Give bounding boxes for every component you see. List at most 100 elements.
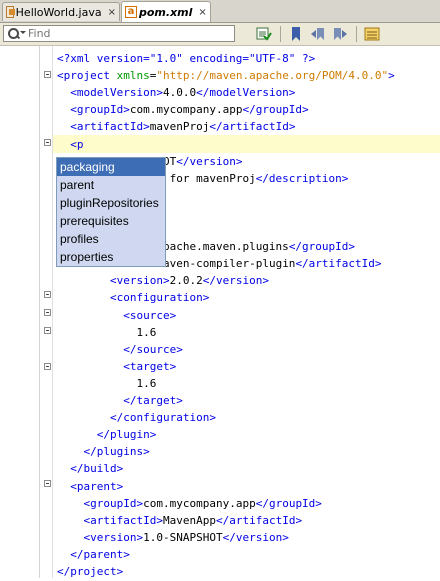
code-line[interactable]: </parent> [57,546,130,564]
code-line[interactable]: </project> [57,563,123,581]
code-line[interactable]: <source> [57,307,176,325]
fold-icon[interactable] [44,71,51,78]
code-token: </artifactId> [209,120,296,134]
code-line[interactable]: </plugin> [57,426,157,444]
close-icon[interactable]: × [198,7,206,18]
search-input[interactable] [26,26,228,41]
code-line[interactable]: 1.6 [57,375,156,393]
completion-item-properties[interactable]: properties [57,248,165,266]
code-line[interactable]: <modelVersion>4.0.0</modelVersion> [57,84,295,102]
code-token: </parent> [70,547,130,561]
bookmark-icon[interactable] [288,26,304,42]
tab-helloworld-java[interactable]: HelloWorld.java × [2,2,120,21]
code-token: </version> [176,154,243,168]
close-icon[interactable]: × [108,7,116,18]
code-line[interactable]: <target> [57,358,176,376]
java-file-icon [6,6,15,18]
code-line[interactable]: <artifactId>mavenProj</artifactId> [57,118,295,136]
code-token: </source> [123,342,183,356]
fold-icon[interactable] [44,291,51,298]
code-token: <groupId> [83,496,144,510]
code-line[interactable]: </plugins> [57,443,150,461]
completion-item-profiles[interactable]: profiles [57,230,165,248]
xml-file-icon: a [125,6,137,18]
code-line[interactable]: </configuration> [57,409,216,427]
completion-item-pluginrepositories[interactable]: pluginRepositories [57,194,165,212]
code-line[interactable]: <configuration> [57,289,209,307]
code-line[interactable]: <groupId>com.mycompany.app</groupId> [57,101,309,119]
code-line[interactable]: <artifactId>MavenApp</artifactId> [57,512,303,530]
code-line[interactable]: </build> [57,460,123,478]
code-line[interactable]: <version>1.0-SNAPSHOT</version> [57,529,289,547]
code-token: <?xml version="1.0" encoding="UTF-8" ?> [57,52,316,65]
code-token: <target> [123,359,177,373]
editor-toolbar [0,23,440,46]
code-token: </version> [222,530,289,544]
code-token: mavenProj [149,120,210,134]
code-line[interactable]: <project xmlns="http://maven.apache.org/… [57,67,395,85]
code-line[interactable]: <p [57,136,84,154]
current-line-highlight [53,135,440,153]
previous-bookmark-icon[interactable] [310,26,326,42]
code-token: </groupId> [288,240,356,254]
tab-label: HelloWorld.java [15,5,102,19]
code-token: </version> [202,274,269,288]
code-token: </description> [255,171,349,185]
search-icon[interactable] [4,26,26,41]
fold-icon[interactable] [44,480,51,487]
code-token: <modelVersion> [70,86,163,100]
code-line[interactable]: <groupId>com.mycompany.app</groupId> [57,495,322,513]
code-token: <groupId> [70,103,130,117]
completion-item-parent[interactable]: parent [57,176,165,194]
code-token: <p [70,137,84,151]
completion-item-packaging[interactable]: packaging [57,158,165,176]
fold-icon[interactable] [44,363,51,370]
search-box[interactable] [3,25,235,42]
code-token: </configuration> [109,411,216,425]
code-editor[interactable]: <?xml version="1.0" encoding="UTF-8" ?> <… [0,46,440,578]
code-token: </modelVersion> [196,86,296,100]
code-token: 1.6 [136,325,157,339]
code-token: com.mycompany.app [129,103,243,117]
tab-pom-xml[interactable]: a pom.xml × [121,1,211,22]
fold-icon[interactable] [44,327,51,334]
code-line[interactable]: </source> [57,341,183,359]
code-line[interactable]: 1.6 [57,324,156,342]
tab-label: pom.xml [139,5,193,19]
code-token: 1.0-SNAPSHOT [143,530,223,544]
code-token: </groupId> [242,103,309,117]
completion-item-prerequisites[interactable]: prerequisites [57,212,165,230]
code-line[interactable]: <?xml version="1.0" encoding="UTF-8" ?> [57,50,315,68]
next-bookmark-icon[interactable] [332,26,348,42]
code-token: maven-compiler-plugin [156,257,296,271]
fold-icon[interactable] [44,139,51,146]
code-line[interactable]: <version>2.0.2</version> [57,272,269,290]
code-token: > [388,69,395,83]
code-token: <source> [123,308,177,322]
code-token: <artifactId> [83,513,163,527]
code-token: 2.0.2 [169,274,203,288]
macro-icon[interactable] [364,26,380,42]
code-token: xmlns [116,69,150,83]
code-line[interactable]: <parent> [57,478,123,496]
code-token: "http://maven.apache.org/POM/4.0.0" [156,69,389,83]
code-token: </groupId> [255,496,322,510]
code-token: com.mycompany.app [143,496,256,510]
code-line[interactable]: </target> [57,392,183,410]
validate-xml-icon[interactable] [256,26,272,42]
fold-icon[interactable] [44,309,51,316]
